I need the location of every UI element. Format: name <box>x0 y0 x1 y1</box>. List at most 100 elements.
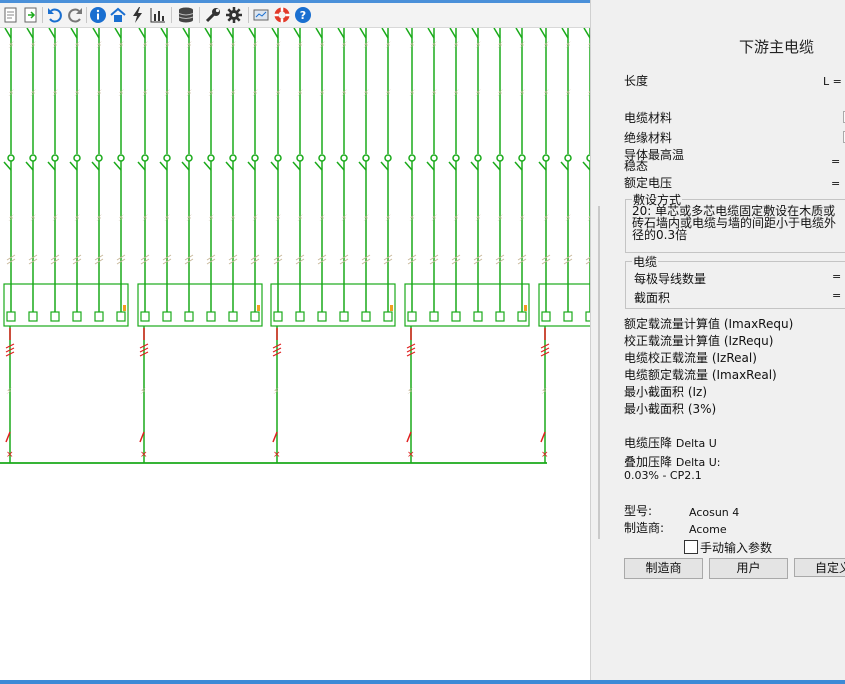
terminal-box <box>495 311 505 322</box>
feeder-switch <box>336 161 345 171</box>
voltage-drop-value: Delta U <box>675 437 717 450</box>
feeder-switch-top <box>381 28 389 39</box>
screen-icon[interactable] <box>252 6 270 24</box>
surge-mark: ⚡ <box>208 214 214 224</box>
added-drop-label-text: 叠加压降 <box>624 455 673 469</box>
surge-mark: ⚡ <box>297 41 303 51</box>
surge-mark: ⚡ <box>30 89 36 99</box>
surge-mark: ⚡ <box>8 41 14 51</box>
feeder-switch-top <box>539 28 547 39</box>
wrench-icon[interactable] <box>204 6 222 24</box>
feeder-switch-top <box>248 28 256 39</box>
feeder-junction <box>496 154 504 162</box>
surge-mark: ⚡ <box>453 89 459 99</box>
surge-mark: ⚡ <box>118 214 124 224</box>
feeder-switch-top <box>271 28 279 39</box>
feeder-switch <box>159 161 168 171</box>
surge-mark: ⚡ <box>519 89 525 99</box>
lifebuoy-icon[interactable] <box>273 6 291 24</box>
feeder-switch-top <box>449 28 457 39</box>
surge-mark: ⚡ <box>475 214 481 224</box>
surge-mark: ⚡ <box>565 89 571 99</box>
feeder-junction <box>117 154 125 162</box>
surge-mark: ⚡ <box>543 214 549 224</box>
insulation-material-label: 绝缘材料 <box>624 131 673 145</box>
terminal-box <box>6 311 16 322</box>
user-button[interactable]: 用户 <box>709 558 788 579</box>
board-accent-mark <box>257 305 260 311</box>
feeder-junction <box>141 154 149 162</box>
surge-mark: ⚡ <box>497 89 503 99</box>
surge-mark: ⚡ <box>142 41 148 51</box>
surge-mark: ⚡ <box>142 214 148 224</box>
surge-mark: ⚡ <box>341 214 347 224</box>
terminal-box <box>50 311 60 322</box>
schematic-canvas[interactable]: ⚡ ⚡ ⚡ ⚡ ⚡ ⚡ ⚡ ⚡ ⚡ ⚡ ⚡ ⚡ ⚡ ⚡ ⚡ ⚡ ⚡ ⚡ ⚡ × ⚡ ⚡ ⚡ ⚡ ⚡ ⚡ ⚡ ⚡ ⚡ ⚡ ⚡ ⚡ ⚡ ⚡ ⚡ ⚡ ⚡ ⚡ ⚡ ×… <box>0 28 590 684</box>
surge-mark: ⚡ <box>565 214 571 224</box>
terminal-box <box>94 311 104 322</box>
installation-method-text[interactable]: 20: 单芯或多芯电缆固定敷设在木质或砖石墙内或电缆与墙的间距小于电缆外径的0.… <box>632 205 842 241</box>
feeder-switch-top <box>138 28 146 39</box>
feeder-switch-top <box>515 28 523 39</box>
manufacturer-button[interactable]: 制造商 <box>624 558 703 579</box>
gear-icon[interactable] <box>225 6 243 24</box>
surge-mark: ⚡ <box>275 89 281 99</box>
terminal-box <box>206 311 216 322</box>
surge-mark: ⚡ <box>519 214 525 224</box>
feeder-switch <box>292 161 301 171</box>
feeder-switch-top <box>561 28 569 39</box>
feeder-junction <box>51 154 59 162</box>
distribution-board-frame <box>3 283 129 327</box>
info-icon[interactable] <box>89 6 107 24</box>
manual-input-label: 手动输入参数 <box>700 541 773 555</box>
cross-section-label: 截面积 <box>634 291 671 305</box>
steady-state-value: = <box>831 155 841 168</box>
surge-mark: ⚡ <box>118 41 124 51</box>
single-line-diagram: ⚡ ⚡ ⚡ ⚡ ⚡ ⚡ ⚡ ⚡ ⚡ ⚡ ⚡ ⚡ ⚡ ⚡ ⚡ ⚡ ⚡ ⚡ ⚡ × ⚡ ⚡ ⚡ ⚡ ⚡ ⚡ ⚡ ⚡ ⚡ ⚡ ⚡ ⚡ ⚡ ⚡ ⚡ ⚡ ⚡ ⚡ ⚡ ×… <box>0 28 590 464</box>
surge-mark: ⚡ <box>385 89 391 99</box>
import-icon[interactable] <box>22 6 40 24</box>
bar-chart-icon[interactable] <box>149 6 167 24</box>
help-icon[interactable]: ? <box>294 6 312 24</box>
result-imaxrequ: 额定载流量计算值 (ImaxRequ) <box>624 317 794 331</box>
manufacturer-label: 制造商: <box>624 521 665 535</box>
surge-mark: ⚡ <box>30 41 36 51</box>
feeder-switch <box>25 161 34 171</box>
model-value: Acosun 4 <box>689 506 740 519</box>
undo-icon[interactable] <box>46 6 64 24</box>
feeder-switch-top <box>337 28 345 39</box>
surge-mark: ⚡ <box>230 89 236 99</box>
surge-mark: ⚡ <box>164 89 170 99</box>
feeder-switch-top <box>493 28 501 39</box>
breaker-x-mark: × <box>407 450 415 460</box>
feeder-switch-top <box>359 28 367 39</box>
surge-mark: ⚡ <box>453 214 459 224</box>
feeder-junction <box>73 154 81 162</box>
feeder-junction <box>362 154 370 162</box>
page-icon[interactable] <box>2 6 20 24</box>
surge-mark: ⚡ <box>252 214 258 224</box>
breaker-x-mark: × <box>140 450 148 460</box>
surge-mark: ⚡ <box>409 89 415 99</box>
feeder-junction <box>340 154 348 162</box>
lightning-icon[interactable] <box>129 6 147 24</box>
custom-button[interactable]: 自定义 <box>794 558 845 577</box>
voltage-drop-label: 电缆压降 Delta U <box>624 437 717 451</box>
feeder-switch <box>448 161 457 171</box>
surge-mark: ⚡ <box>407 387 413 397</box>
manual-input-checkbox[interactable] <box>684 540 698 554</box>
surge-mark: ⚡ <box>6 387 12 397</box>
feeder-switch-top <box>114 28 122 39</box>
database-icon[interactable] <box>177 6 195 24</box>
feeder-junction <box>207 154 215 162</box>
breaker-x-mark: × <box>6 450 14 460</box>
feeder-switch <box>426 161 435 171</box>
terminal-box <box>250 311 260 322</box>
feeder-switch-top <box>48 28 56 39</box>
redo-icon[interactable] <box>66 6 84 24</box>
feeder-switch <box>314 161 323 171</box>
home-icon[interactable] <box>109 6 127 24</box>
surge-mark: ⚡ <box>409 41 415 51</box>
feeder-junction <box>274 154 282 162</box>
surge-mark: ⚡ <box>142 89 148 99</box>
